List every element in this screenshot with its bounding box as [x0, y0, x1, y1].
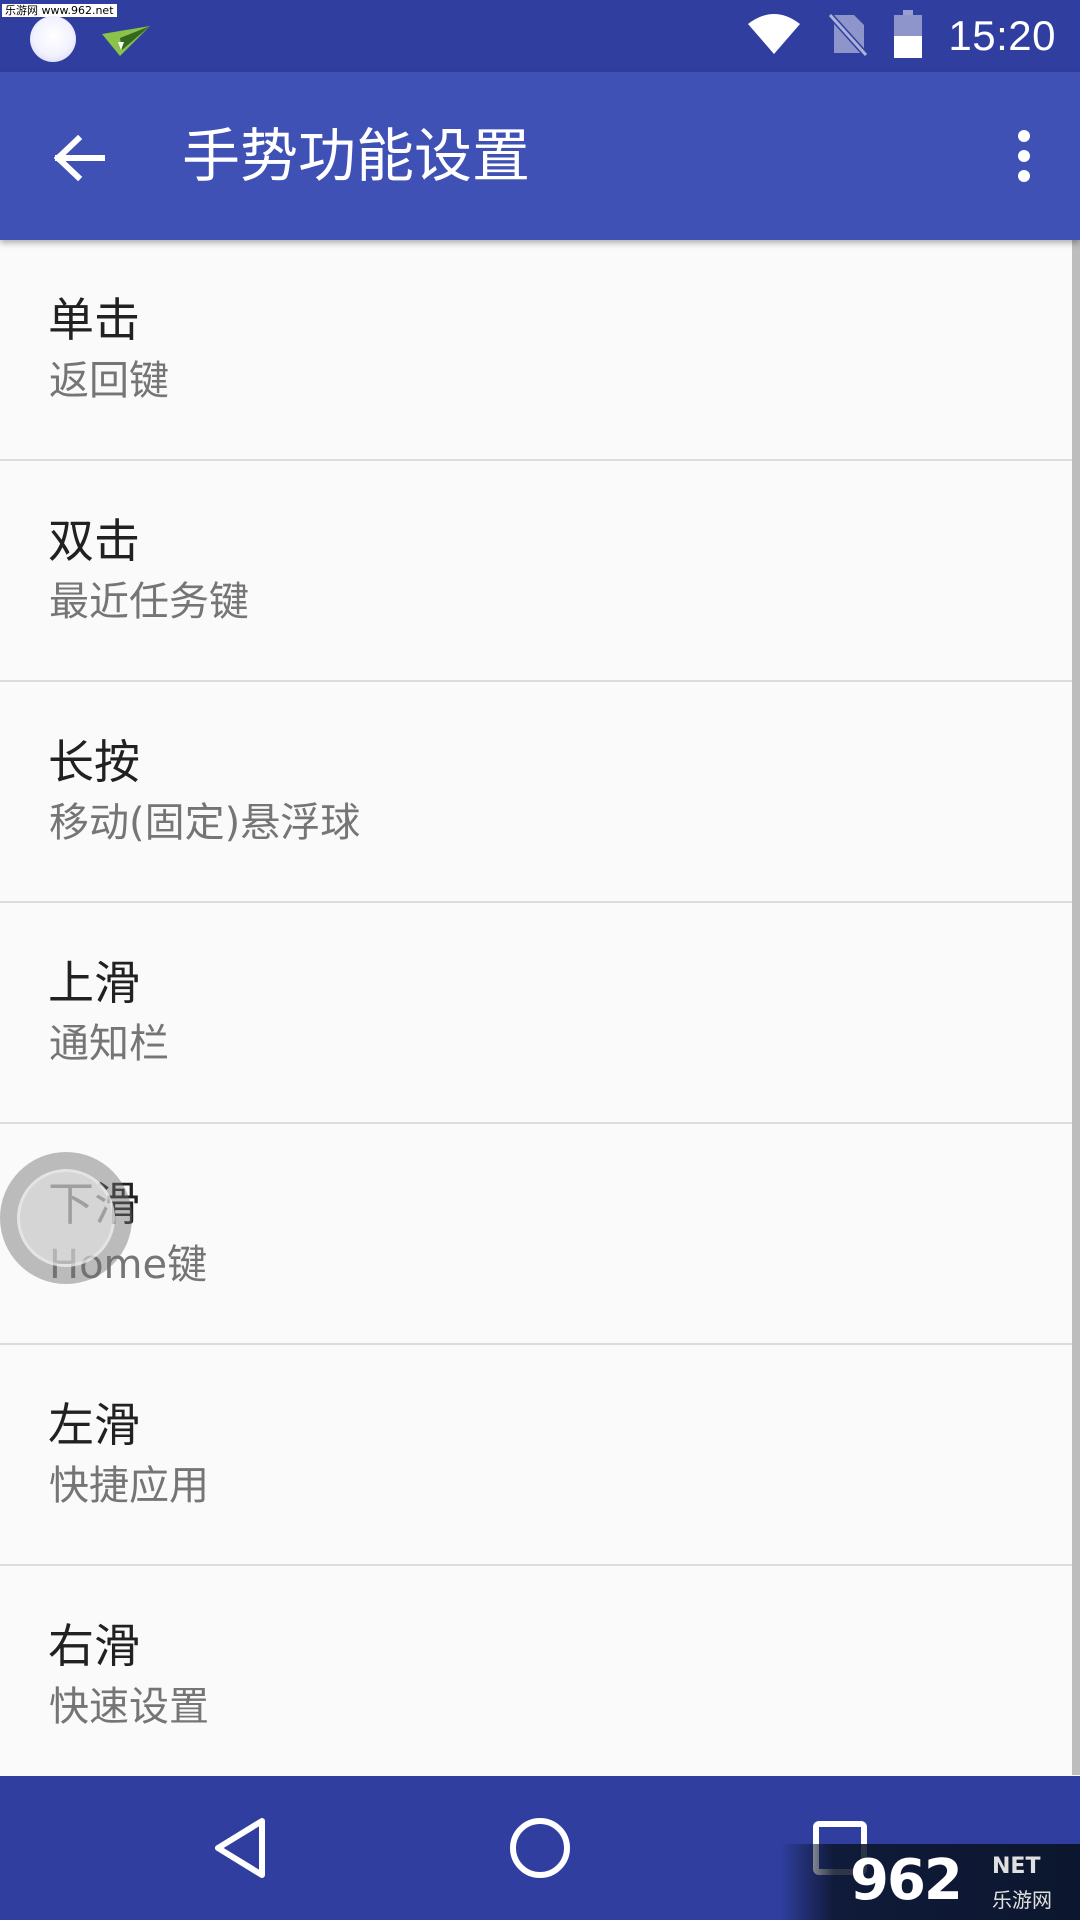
- page-title: 手势功能设置: [182, 122, 531, 190]
- gesture-action: 移动(固定)悬浮球: [49, 800, 361, 846]
- floating-ball-notification-icon: [30, 16, 76, 62]
- watermark-label: 乐游网 www.962.net: [2, 4, 117, 17]
- watermark-logo-net: NET: [992, 1854, 1041, 1879]
- gesture-item-swipe-up[interactable]: 上滑 通知栏: [0, 903, 1072, 1124]
- more-options-button[interactable]: [988, 120, 1060, 192]
- gesture-action: 快速设置: [49, 1684, 209, 1730]
- gesture-item-swipe-left[interactable]: 左滑 快捷应用: [0, 1345, 1072, 1566]
- back-button[interactable]: [44, 122, 116, 194]
- gesture-title: 右滑: [48, 1619, 140, 1673]
- paper-plane-icon: [100, 20, 152, 64]
- gesture-settings-list: 单击 返回键 双击 最近任务键 长按 移动(固定)悬浮球 上滑 通知栏 下滑 H…: [0, 240, 1072, 1785]
- gesture-item-swipe-down[interactable]: 下滑 Home键: [0, 1124, 1072, 1345]
- floating-ball-center: [17, 1169, 115, 1267]
- status-icons: 15:20: [746, 0, 1056, 72]
- scrollbar[interactable]: [1072, 240, 1080, 1775]
- floating-ball[interactable]: [0, 1152, 132, 1284]
- gesture-title: 上滑: [48, 956, 140, 1010]
- wifi-icon: [746, 12, 802, 60]
- gesture-item-tap[interactable]: 单击 返回键: [0, 240, 1072, 461]
- gesture-item-swipe-right[interactable]: 右滑 快速设置: [0, 1566, 1072, 1785]
- gesture-title: 双击: [48, 514, 140, 568]
- gesture-item-double-tap[interactable]: 双击 最近任务键: [0, 461, 1072, 682]
- home-circle-icon: [510, 1818, 570, 1878]
- more-vert-icon: [1018, 130, 1030, 182]
- gesture-item-long-press[interactable]: 长按 移动(固定)悬浮球: [0, 682, 1072, 903]
- battery-icon: [894, 10, 923, 62]
- no-sim-icon: [828, 11, 869, 61]
- gesture-title: 长按: [48, 735, 140, 789]
- watermark-logo: 962 NET 乐游网: [780, 1844, 1080, 1920]
- arrow-back-icon: [54, 135, 105, 181]
- watermark-logo-digits: 962: [850, 1848, 963, 1913]
- nav-back-button[interactable]: [160, 1776, 320, 1920]
- watermark-logo-sub: 乐游网: [992, 1888, 1052, 1912]
- nav-home-button[interactable]: [460, 1776, 620, 1920]
- gesture-title: 左滑: [48, 1398, 140, 1452]
- status-bar: 乐游网 www.962.net 15:20: [0, 0, 1080, 72]
- gesture-action: 通知栏: [49, 1021, 169, 1067]
- gesture-action: 返回键: [49, 358, 169, 404]
- gesture-action: 最近任务键: [49, 579, 249, 625]
- app-bar: 手势功能设置: [0, 72, 1080, 240]
- gesture-action: 快捷应用: [49, 1463, 209, 1509]
- back-triangle-icon: [215, 1818, 265, 1878]
- clock: 15:20: [948, 12, 1056, 59]
- gesture-title: 单击: [48, 293, 140, 347]
